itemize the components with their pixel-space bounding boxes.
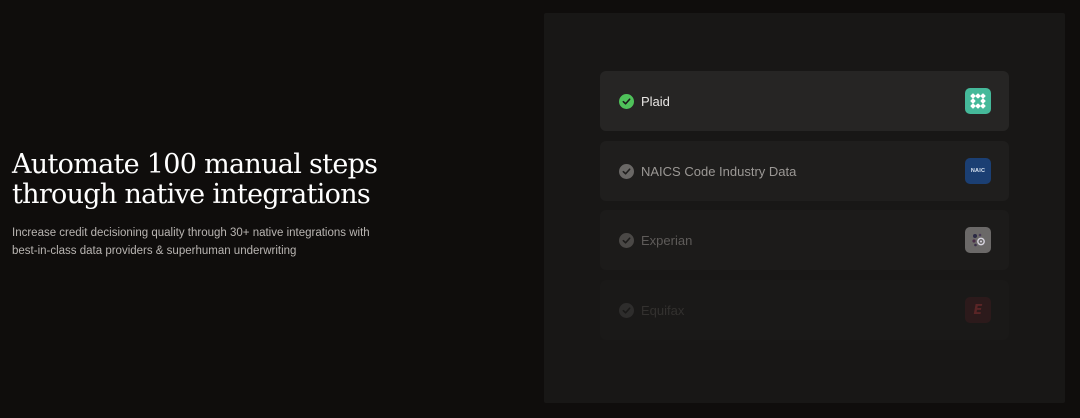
hero-title: Automate 100 manual steps through native… (12, 150, 412, 210)
integration-label: NAICS Code Industry Data (641, 164, 797, 179)
integration-card-experian[interactable]: Experian (600, 210, 1009, 270)
integrations-panel: Plaid NAICS Code Industry Data NAIC Expe… (544, 13, 1065, 403)
check-circle-icon (619, 303, 634, 318)
integration-label: Plaid (641, 94, 670, 109)
integration-card-equifax[interactable]: Equifax E (600, 280, 1009, 340)
hero-section: Automate 100 manual steps through native… (12, 150, 412, 260)
hero-subtitle: Increase credit decisioning quality thro… (12, 224, 382, 260)
equifax-logo-icon: E (965, 297, 991, 323)
naics-logo-icon: NAIC (965, 158, 991, 184)
check-circle-icon (619, 94, 634, 109)
hero-subtitle-line-1: Increase credit decisioning quality thro… (12, 227, 370, 239)
hero-title-line-2: through native integrations (12, 179, 371, 210)
plaid-logo-icon (965, 88, 991, 114)
equifax-logo-text: E (973, 302, 983, 318)
check-circle-icon (619, 233, 634, 248)
check-circle-icon (619, 164, 634, 179)
integration-label: Experian (641, 233, 693, 248)
integration-card-naics[interactable]: NAICS Code Industry Data NAIC (600, 141, 1009, 201)
integration-card-plaid[interactable]: Plaid (600, 71, 1009, 131)
hero-title-line-1: Automate 100 manual steps (12, 149, 378, 180)
naics-logo-text: NAIC (970, 168, 986, 174)
hero-subtitle-line-2: best-in-class data providers & superhuma… (12, 245, 297, 257)
experian-logo-icon (965, 227, 991, 253)
integration-label: Equifax (641, 303, 685, 318)
